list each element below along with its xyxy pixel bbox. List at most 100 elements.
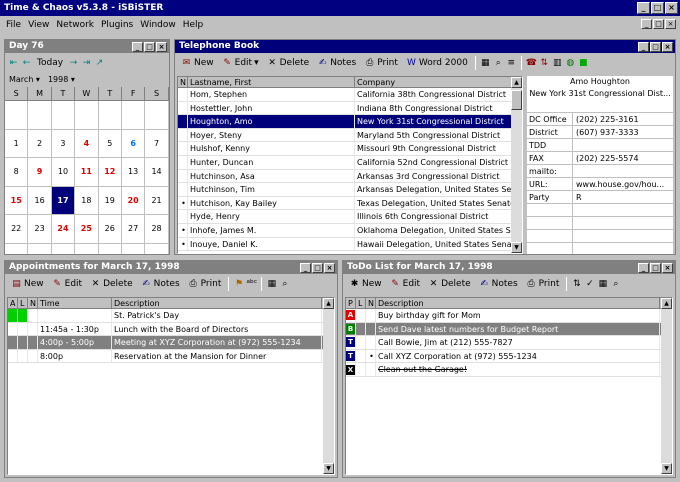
next-arrow-icon[interactable]: → [68, 58, 79, 69]
appts-print-button[interactable]: ⎙ Print [185, 276, 225, 292]
phone-scrollbar[interactable]: ▲ ▼ [511, 77, 522, 253]
maximize-button[interactable]: □ [651, 2, 664, 14]
contact-row[interactable]: • Hutchison, Kay Bailey Texas Delegation, … [178, 196, 522, 211]
appts-close-button[interactable]: × [324, 263, 335, 273]
contact-row[interactable]: Hostettler, John Indiana 8th Congressiona… [178, 101, 522, 116]
scroll-down-button[interactable]: ▼ [323, 463, 334, 474]
scroll-thumb[interactable] [511, 90, 522, 110]
detail-value[interactable]: R [573, 191, 673, 203]
todo-close-button[interactable]: × [662, 263, 673, 273]
contact-row[interactable]: Hom, Stephen California 38th Congressiona… [178, 88, 522, 102]
todo-row[interactable]: A Buy birthday gift for Mom [346, 309, 672, 323]
scroll-up-button[interactable]: ▲ [511, 77, 522, 88]
appointment-row[interactable]: 11:45a - 1:30p Lunch with the Board of Di… [8, 322, 334, 337]
calendar-day[interactable]: 24 [52, 215, 76, 243]
calendar-day[interactable]: 17 [51, 186, 76, 214]
prev-arrow-icon[interactable]: ← [21, 58, 32, 69]
calendar-day[interactable]: 14 [145, 158, 169, 186]
scroll-down-button[interactable]: ▼ [661, 463, 672, 474]
scroll-up-button[interactable]: ▲ [661, 298, 672, 309]
contact-row[interactable]: • Inhofe, James M. Oklahoma Delegation, Un… [178, 223, 522, 238]
calendar-day[interactable]: 7 [145, 129, 169, 157]
appts-scrollbar[interactable]: ▲ ▼ [323, 298, 334, 474]
detail-value[interactable] [573, 165, 673, 177]
day-minimize-button[interactable]: _ [132, 42, 143, 52]
col-l[interactable]: L [18, 298, 28, 308]
calendar-day[interactable]: 23 [28, 215, 52, 243]
day-close-button[interactable]: × [156, 42, 167, 52]
calendar-day[interactable]: 28 [145, 215, 169, 243]
calendar-day[interactable]: 27 [122, 215, 146, 243]
contact-row[interactable]: Hyde, Henry Illinois 6th Congressional Di… [178, 210, 522, 224]
view-icon[interactable]: ▦ [266, 279, 277, 290]
menu-network[interactable]: Network [56, 17, 94, 33]
detail-value[interactable] [573, 217, 673, 229]
todo-row[interactable]: T • Call XYZ Corporation at (972) 555-1234 [346, 349, 672, 364]
appointment-row[interactable]: 8:00p Reservation at the Mansion for Dinn… [8, 349, 334, 364]
view-icon[interactable]: ▦ [597, 279, 608, 290]
calendar-day[interactable]: 18 [75, 186, 99, 214]
dial-icon[interactable]: ☎ [526, 58, 537, 69]
calendar-day[interactable]: 30 [28, 243, 52, 254]
todo-print-button[interactable]: ⎙ Print [523, 276, 563, 292]
phone-edit-button[interactable]: ✎ Edit ▾ [219, 55, 262, 71]
calendar-day[interactable]: 10 [52, 158, 76, 186]
col-lastname[interactable]: Lastname, First [188, 77, 355, 87]
search-icon[interactable]: ⌕ [279, 279, 290, 290]
mdi-restore-button[interactable]: □ [653, 19, 664, 29]
appts-edit-button[interactable]: ✎ Edit [49, 276, 85, 292]
contact-row[interactable]: Houghton, Amo New York 31st Congressional… [178, 115, 522, 129]
phone-maximize-button[interactable]: □ [650, 42, 661, 52]
phone-word-button[interactable]: W Word 2000 [403, 55, 471, 71]
mdi-minimize-button[interactable]: _ [641, 19, 652, 29]
check-icon[interactable]: ✓ [584, 279, 595, 290]
col-n[interactable]: N [28, 298, 38, 308]
scroll-up-button[interactable]: ▲ [323, 298, 334, 309]
col-description[interactable]: Description [376, 298, 660, 308]
appts-minimize-button[interactable]: _ [300, 263, 311, 273]
phone-minimize-button[interactable]: _ [638, 42, 649, 52]
col-p[interactable]: P [346, 298, 356, 308]
appts-maximize-button[interactable]: □ [312, 263, 323, 273]
detail-value[interactable]: (202) 225-5574 [573, 152, 673, 164]
col-a[interactable]: A [8, 298, 18, 308]
detail-value[interactable] [573, 204, 673, 216]
appts-new-button[interactable]: ▤ New [8, 276, 47, 292]
calendar-day[interactable]: 12 [99, 158, 122, 186]
menu-help[interactable]: Help [183, 17, 204, 33]
columns-icon[interactable]: ▥ [552, 58, 563, 69]
filter-icon[interactable]: ≡ [506, 58, 517, 69]
year-select[interactable]: 1998 ▾ [48, 73, 75, 87]
green-status-icon[interactable]: ■ [578, 58, 589, 69]
calendar-day[interactable]: 3 [52, 129, 76, 157]
col-l[interactable]: L [356, 298, 366, 308]
minimize-button[interactable]: _ [637, 2, 650, 14]
mdi-close-button[interactable]: × [665, 19, 676, 29]
contact-row[interactable]: Hunter, Duncan California 52nd Congressio… [178, 155, 522, 170]
phone-close-button[interactable]: × [662, 42, 673, 52]
appointment-row[interactable]: 4:00p - 5:00p Meeting at XYZ Corporation … [8, 336, 334, 350]
appts-delete-button[interactable]: ✕ Delete [87, 276, 136, 292]
today-button[interactable]: Today [34, 55, 66, 71]
appointment-row[interactable]: St. Patrick's Day [8, 309, 334, 323]
calendar-day[interactable]: 8 [5, 158, 29, 186]
calendar-day[interactable]: 1 [5, 129, 29, 157]
calendar-day[interactable]: 13 [122, 158, 146, 186]
month-select[interactable]: March ▾ [9, 73, 40, 87]
col-company[interactable]: Company [355, 77, 513, 87]
phone-delete-button[interactable]: ✕ Delete [264, 55, 313, 71]
goto-date-icon[interactable]: ↗ [94, 58, 105, 69]
calendar-day[interactable]: 4 [75, 129, 99, 157]
calendar-day[interactable]: 25 [75, 215, 99, 243]
detail-value[interactable]: www.house.gov/hou... [573, 178, 673, 190]
sort-icon[interactable]: ⇅ [571, 279, 582, 290]
calendar-day[interactable]: 26 [99, 215, 122, 243]
todo-delete-button[interactable]: ✕ Delete [425, 276, 474, 292]
todo-row[interactable]: B Send Dave latest numbers for Budget Rep… [346, 322, 672, 337]
detail-value[interactable]: (607) 937-3333 [573, 126, 673, 138]
detail-value[interactable] [573, 230, 673, 242]
calendar-day[interactable]: 6 [122, 129, 146, 157]
globe-icon[interactable]: ◍ [565, 58, 576, 69]
todo-scrollbar[interactable]: ▲ ▼ [661, 298, 672, 474]
calendar-day[interactable]: 20 [122, 186, 146, 214]
